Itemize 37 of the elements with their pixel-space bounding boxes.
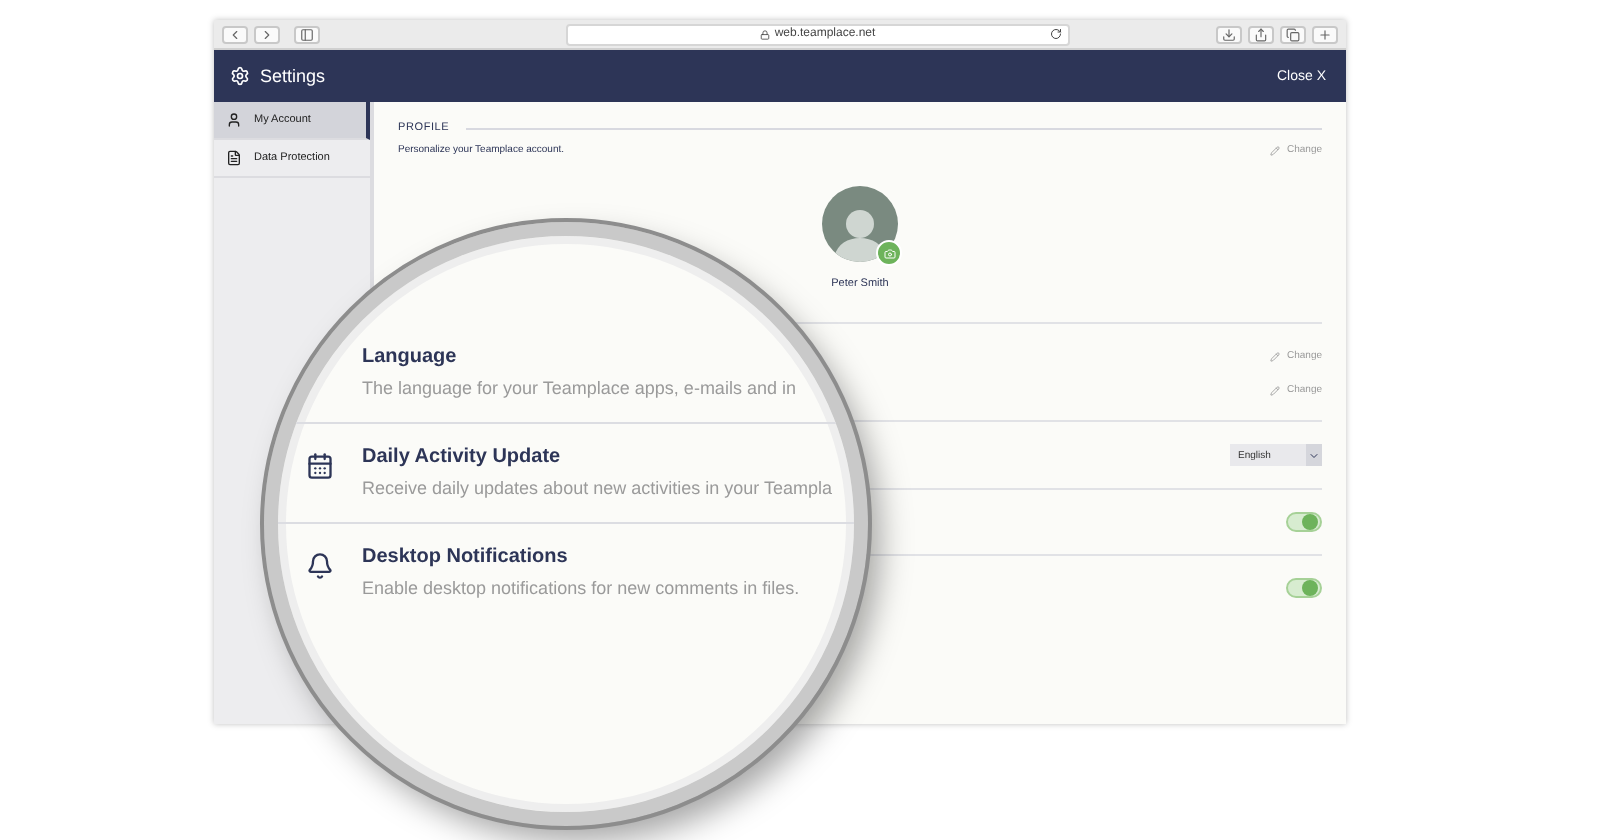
bell-icon — [305, 552, 333, 580]
setting-title: Language — [362, 346, 459, 368]
settings-icon — [230, 66, 250, 86]
setting-description: Enable desktop notifications for new comments in files. — [362, 578, 800, 598]
lock-icon — [760, 29, 771, 39]
calendar-icon — [305, 452, 333, 480]
download-icon — [1222, 27, 1236, 41]
chevron-left-icon — [228, 27, 242, 41]
avatar — [822, 186, 898, 262]
reload-icon[interactable] — [1050, 28, 1062, 40]
setting-description: The language for your Teamplace apps, e-mails and in — [362, 378, 796, 398]
toggle-switch[interactable] — [1286, 577, 1322, 597]
download-button[interactable] — [1216, 25, 1242, 43]
share-button[interactable] — [1248, 25, 1274, 43]
tabs-icon — [1286, 27, 1300, 41]
share-icon — [1254, 27, 1268, 41]
sidebar-toggle-button[interactable] — [294, 25, 320, 43]
chevron-right-icon — [260, 27, 274, 41]
camera-badge[interactable] — [876, 240, 902, 266]
tabs-button[interactable] — [1280, 25, 1306, 43]
pencil-icon — [1270, 385, 1281, 395]
toggle-switch[interactable] — [1286, 512, 1322, 532]
chevron-down-icon — [1308, 449, 1320, 461]
sidebar-icon — [300, 27, 314, 41]
pencil-icon — [1270, 351, 1281, 361]
setting-title: Daily Activity Update — [362, 446, 563, 468]
forward-button[interactable] — [254, 25, 280, 43]
camera-icon — [883, 247, 895, 259]
setting-title: Desktop Notifications — [362, 546, 570, 568]
pencil-icon — [1270, 145, 1281, 155]
back-button[interactable] — [222, 25, 248, 43]
setting-description: Receive daily updates about new activities in your Teampla — [362, 478, 832, 498]
plus-icon — [1318, 27, 1332, 41]
new-tab-button[interactable] — [1312, 25, 1338, 43]
header-title: Settings — [260, 66, 326, 86]
document-icon — [226, 150, 242, 166]
user-icon — [226, 112, 242, 128]
